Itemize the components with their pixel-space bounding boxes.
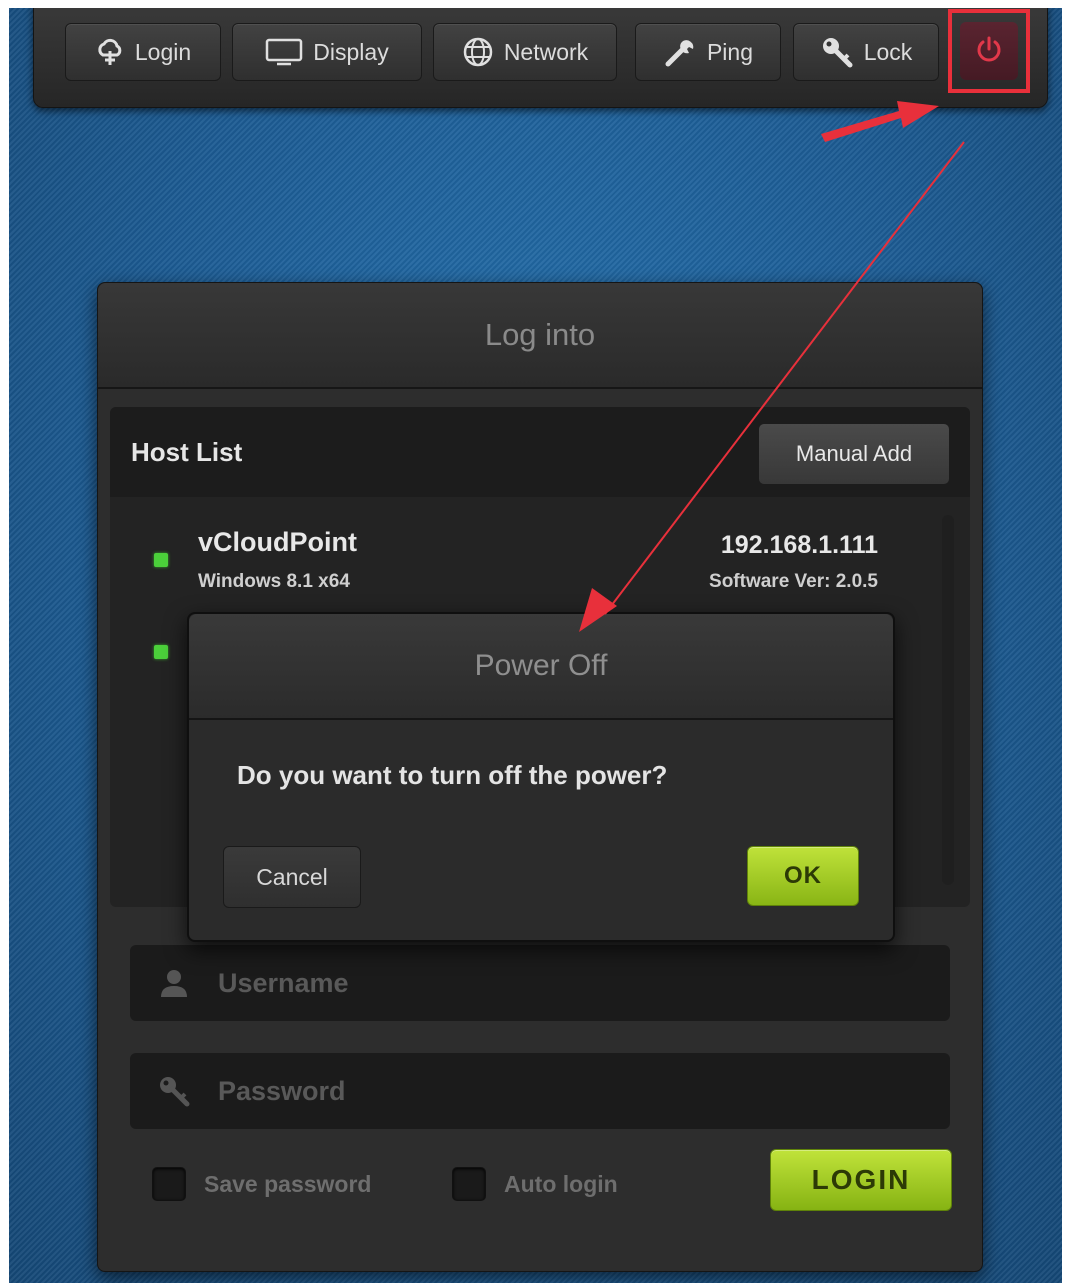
key-icon xyxy=(130,1074,218,1108)
power-off-dialog: Power Off Do you want to turn off the po… xyxy=(187,612,895,942)
globe-icon xyxy=(462,36,494,68)
password-placeholder: Password xyxy=(218,1075,346,1106)
status-online-dot xyxy=(154,645,168,659)
host-software-version: Software Ver: 2.0.5 xyxy=(709,571,878,592)
dialog-header: Power Off xyxy=(189,614,893,720)
power-button-highlight xyxy=(948,9,1030,93)
display-toolbar-button[interactable]: Display xyxy=(232,23,422,81)
auto-login-checkbox[interactable] xyxy=(452,1167,486,1201)
login-toolbar-label: Login xyxy=(134,38,192,65)
network-toolbar-button[interactable]: Network xyxy=(433,23,617,81)
save-password-option[interactable]: Save password xyxy=(152,1167,371,1201)
display-toolbar-label: Display xyxy=(313,38,389,65)
login-panel-header: Log into xyxy=(98,283,982,389)
password-field[interactable]: Password xyxy=(130,1053,950,1129)
save-password-label: Save password xyxy=(204,1170,372,1197)
monitor-icon xyxy=(265,38,303,66)
dialog-title: Power Off xyxy=(474,649,608,682)
host-ip: 192.168.1.111 xyxy=(720,531,878,559)
top-toolbar: Login Display Network Ping Lock xyxy=(33,8,1048,108)
power-icon xyxy=(974,34,1004,69)
manual-add-button[interactable]: Manual Add xyxy=(758,423,950,485)
auto-login-label: Auto login xyxy=(504,1170,618,1197)
dialog-message: Do you want to turn off the power? xyxy=(237,760,668,790)
network-toolbar-label: Network xyxy=(503,38,589,65)
login-button[interactable]: LOGIN xyxy=(770,1149,952,1211)
ping-toolbar-label: Ping xyxy=(706,38,754,65)
host-list-title: Host List xyxy=(131,437,243,467)
desktop-background: Login Display Network Ping Lock Log into… xyxy=(9,8,1062,1283)
ok-button[interactable]: OK xyxy=(747,846,859,906)
username-placeholder: Username xyxy=(218,967,349,998)
login-toolbar-button[interactable]: Login xyxy=(65,23,221,81)
key-icon xyxy=(820,35,854,69)
cloud-icon xyxy=(95,37,125,67)
host-list-header: Host List Manual Add xyxy=(110,407,970,497)
lock-toolbar-label: Lock xyxy=(863,38,913,65)
cancel-button[interactable]: Cancel xyxy=(223,846,361,908)
ping-toolbar-button[interactable]: Ping xyxy=(635,23,781,81)
username-field[interactable]: Username xyxy=(130,945,950,1021)
power-button[interactable] xyxy=(960,22,1018,80)
lock-toolbar-button[interactable]: Lock xyxy=(793,23,939,81)
user-icon xyxy=(130,967,218,999)
login-panel-title: Log into xyxy=(484,317,596,352)
host-os: Windows 8.1 x64 xyxy=(198,571,350,592)
wrench-icon xyxy=(663,35,697,69)
host-name: vCloudPoint xyxy=(198,527,357,557)
save-password-checkbox[interactable] xyxy=(152,1167,186,1201)
auto-login-option[interactable]: Auto login xyxy=(452,1167,618,1201)
status-online-dot xyxy=(154,553,168,567)
host-list-scrollbar[interactable] xyxy=(942,515,954,885)
